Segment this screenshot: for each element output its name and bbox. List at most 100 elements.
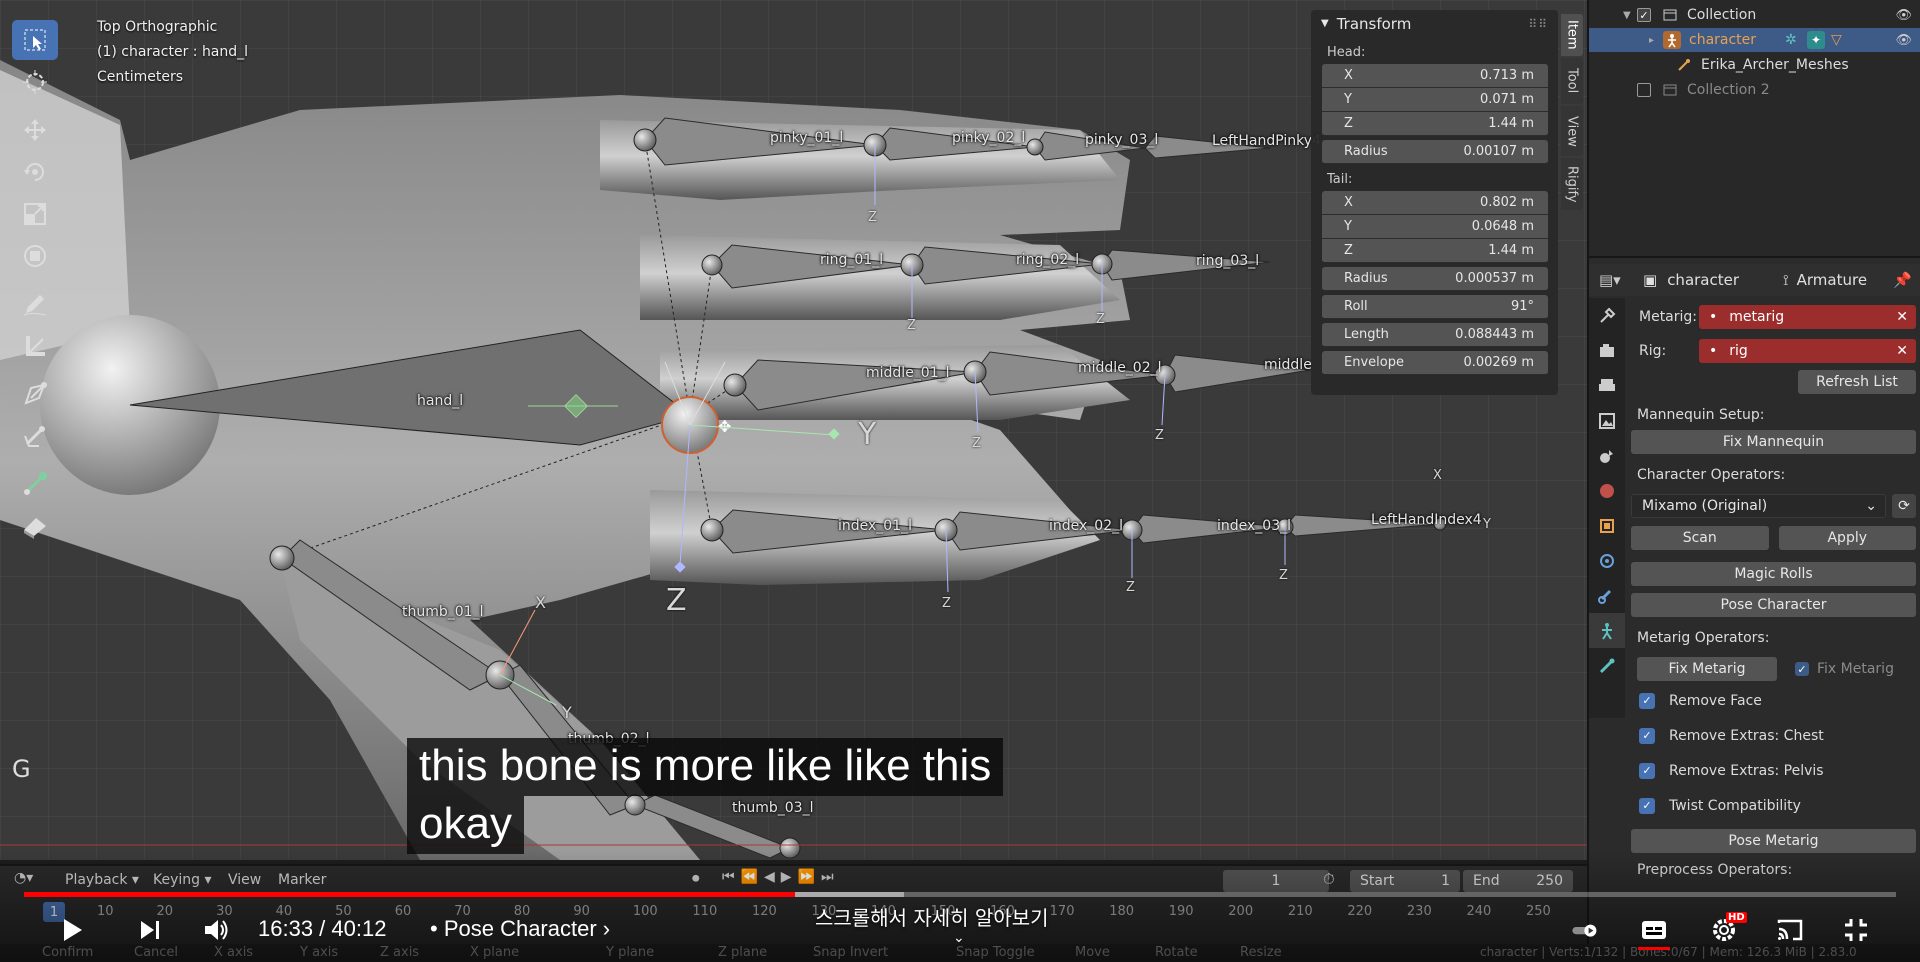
outliner-label: character [1689, 32, 1757, 48]
captions-button[interactable] [1634, 910, 1674, 950]
head-radius-field[interactable]: Radius 0.00107 m [1322, 140, 1548, 164]
checkbox-check-icon[interactable]: ✓ [1639, 727, 1655, 744]
chapter-title[interactable]: • Pose Character › [430, 916, 610, 942]
next-button[interactable] [130, 910, 170, 950]
remove-extras-chest-check[interactable]: ✓ Remove Extras: Chest [1631, 718, 1916, 753]
start-frame-field[interactable]: Start 1 [1350, 870, 1460, 892]
clear-icon[interactable]: ✕ [1896, 343, 1908, 359]
outliner-row-collection-2[interactable]: Collection 2 [1589, 78, 1920, 102]
cursor-tool[interactable] [12, 62, 58, 102]
checkbox-check-icon[interactable]: ✓ [1639, 797, 1655, 814]
stopwatch-icon[interactable]: ⏱ [1323, 870, 1335, 888]
refresh-icon[interactable]: ⟳ [1892, 494, 1916, 518]
rotate-tool[interactable] [12, 152, 58, 192]
checkbox-check-icon[interactable]: ✓ [1639, 692, 1655, 709]
outliner-row-meshes[interactable]: Erika_Archer_Meshes [1589, 53, 1920, 77]
tail-z-field[interactable]: Z 1.44 m [1322, 239, 1548, 263]
menu-marker[interactable]: Marker [278, 872, 326, 888]
roll-field[interactable]: Roll 91° [1322, 295, 1548, 319]
tail-y-field[interactable]: Y 0.0648 m [1322, 215, 1548, 239]
envelope-field[interactable]: Envelope 0.00269 m [1322, 351, 1548, 375]
measure-tool[interactable] [12, 326, 58, 366]
checkbox-check-icon[interactable]: ✓ [1639, 762, 1655, 779]
exit-fullscreen-button[interactable] [1836, 910, 1876, 950]
menu-playback[interactable]: Playback ▾ [65, 872, 139, 888]
tab-constraints[interactable] [1589, 578, 1625, 613]
scan-button[interactable]: Scan [1631, 526, 1769, 550]
dot-icon: • [1709, 309, 1718, 325]
record-icon[interactable]: ⏺ [692, 869, 700, 887]
tab-view-layer[interactable] [1589, 403, 1625, 438]
include-checkbox[interactable] [1637, 83, 1651, 97]
extrude-tool[interactable] [12, 374, 58, 414]
settings-button[interactable]: HD [1704, 910, 1747, 950]
tab-tool[interactable] [1589, 298, 1625, 333]
eye-icon[interactable]: 👁 [1895, 33, 1912, 48]
tab-render[interactable] [1589, 333, 1625, 368]
drag-grip-icon[interactable]: ⠿⠿ [1528, 17, 1548, 31]
autoplay-toggle[interactable] [1560, 910, 1610, 950]
head-z-field[interactable]: Z 1.44 m [1322, 112, 1548, 136]
tab-world[interactable] [1589, 473, 1625, 508]
outliner-row-character[interactable]: ▸ character ✲ ✦ ▽ 👁 [1589, 28, 1920, 52]
tab-scene[interactable] [1589, 438, 1625, 473]
eye-icon[interactable]: 👁 [1895, 8, 1912, 23]
current-frame-field[interactable]: 1 [1223, 870, 1329, 892]
playback-controls[interactable]: ⏮⏪◀▶⏩⏭ [722, 869, 840, 885]
clock-icon[interactable]: ◔▾ [14, 870, 33, 886]
tab-output[interactable] [1589, 368, 1625, 403]
remove-face-check[interactable]: ✓ Remove Face [1631, 683, 1916, 718]
magic-rolls-button[interactable]: Magic Rolls [1631, 562, 1916, 586]
volume-button[interactable] [196, 910, 236, 950]
fix-mannequin-button[interactable]: Fix Mannequin [1631, 430, 1916, 454]
end-frame-field[interactable]: End 250 [1463, 870, 1573, 892]
include-checkbox[interactable]: ✓ [1637, 8, 1651, 22]
tab-view[interactable]: View [1561, 106, 1583, 156]
apply-button[interactable]: Apply [1778, 526, 1916, 550]
bone-label: ring_03_l [1196, 253, 1260, 269]
tab-object[interactable] [1589, 508, 1625, 543]
expand-arrow-icon[interactable]: ▼ [1623, 10, 1637, 21]
length-field[interactable]: Length 0.088443 m [1322, 323, 1548, 347]
bone-size-tool[interactable] [12, 506, 58, 546]
pose-metarig-button[interactable]: Pose Metarig [1631, 829, 1916, 853]
scale-tool[interactable] [12, 194, 58, 234]
preset-dropdown[interactable]: Mixamo (Original) ⌄ [1631, 494, 1886, 518]
remove-extras-pelvis-check[interactable]: ✓ Remove Extras: Pelvis [1631, 753, 1916, 788]
tail-x-field[interactable]: X 0.802 m [1322, 191, 1548, 215]
menu-view[interactable]: View [228, 872, 261, 888]
transform-tool[interactable] [12, 236, 58, 276]
expand-arrow-icon[interactable]: ▸ [1649, 35, 1663, 46]
play-button[interactable] [52, 910, 92, 950]
tab-bone[interactable] [1589, 648, 1625, 683]
tail-radius-field[interactable]: Radius 0.000537 m [1322, 267, 1548, 291]
clear-icon[interactable]: ✕ [1896, 309, 1908, 325]
select-box-tool[interactable] [12, 20, 58, 60]
menu-keying[interactable]: Keying ▾ [153, 872, 212, 888]
pose-character-button[interactable]: Pose Character [1631, 593, 1916, 617]
video-progress-bar[interactable] [24, 892, 1896, 897]
rig-field[interactable]: • rig ✕ [1699, 339, 1916, 363]
pin-icon[interactable]: 📌 [1893, 271, 1912, 289]
tab-rigify[interactable]: Rigify [1561, 158, 1583, 210]
tab-armature-data[interactable] [1589, 613, 1625, 648]
twist-compat-check[interactable]: ✓ Twist Compatibility [1631, 788, 1916, 823]
bone-envelope-tool[interactable] [12, 464, 58, 504]
head-y-field[interactable]: Y 0.071 m [1322, 88, 1548, 112]
move-tool[interactable] [12, 110, 58, 150]
outliner-row-collection[interactable]: ▼ ✓ Collection 👁 [1589, 3, 1920, 27]
refresh-list-button[interactable]: Refresh List [1798, 370, 1916, 394]
cast-button[interactable] [1770, 910, 1810, 950]
transform-panel-header[interactable]: ▼ Transform ⠿⠿ [1311, 10, 1558, 37]
tab-tool[interactable]: Tool [1561, 58, 1583, 104]
editor-type-icon[interactable]: ▤▾ [1599, 271, 1629, 289]
annotate-tool[interactable] [12, 284, 58, 324]
fix-metarig-button[interactable]: Fix Metarig [1637, 657, 1777, 681]
roll-tool[interactable] [12, 416, 58, 456]
metarig-field[interactable]: • metarig ✕ [1699, 305, 1916, 329]
checkbox-check-icon[interactable]: ✓ [1795, 662, 1809, 676]
head-x-field[interactable]: X 0.713 m [1322, 64, 1548, 88]
3d-viewport[interactable]: ✥ Top Orthographic (1) character: hand_… [0, 0, 1587, 860]
tab-physics[interactable] [1589, 543, 1625, 578]
tab-item[interactable]: Item [1561, 14, 1583, 56]
